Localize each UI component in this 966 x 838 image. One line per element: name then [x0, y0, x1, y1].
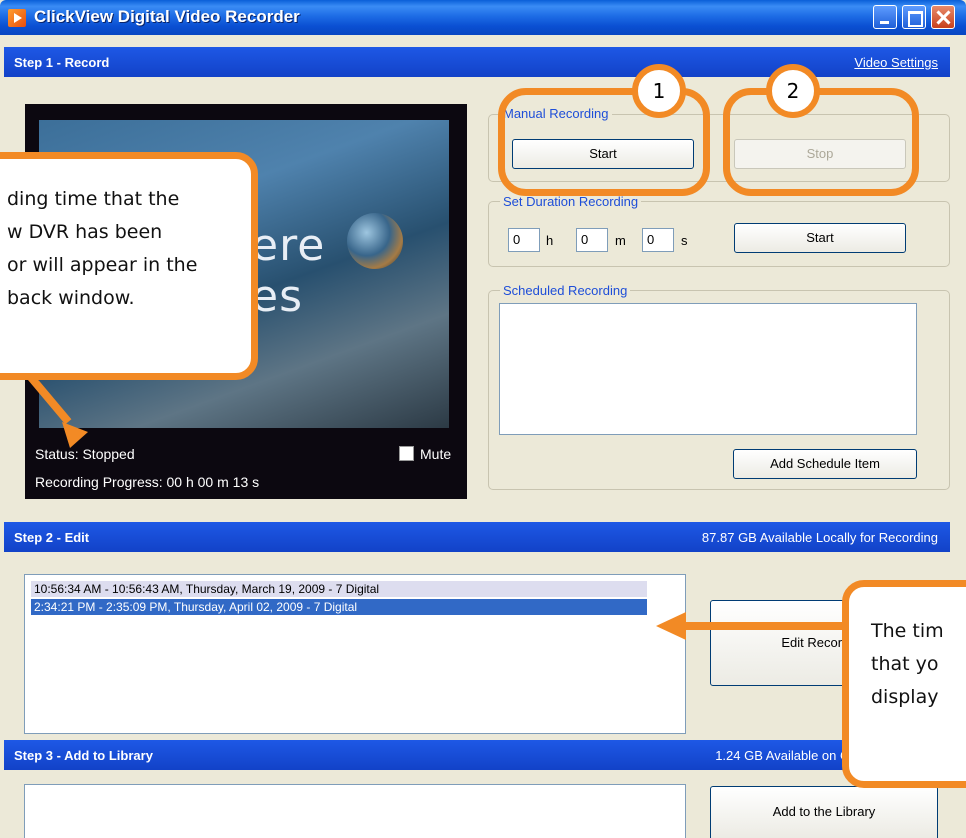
minutes-input[interactable]: 0: [576, 228, 608, 252]
step-number-1-badge: 1: [632, 64, 686, 118]
recording-progress-text: Recording Progress: 00 h 00 m 13 s: [35, 474, 260, 490]
callout-recording-info: The tim that yo display: [842, 580, 966, 788]
set-duration-label: Set Duration Recording: [500, 194, 642, 209]
list-item[interactable]: 10:56:34 AM - 10:56:43 AM, Thursday, Mar…: [31, 581, 647, 597]
minimize-button[interactable]: [873, 5, 897, 29]
title-bar: ClickView Digital Video Recorder: [0, 0, 966, 35]
hours-input[interactable]: 0: [508, 228, 540, 252]
seconds-input[interactable]: 0: [642, 228, 674, 252]
checkbox-icon: [399, 446, 414, 461]
arrow-to-selected-recording: [684, 622, 852, 630]
step-number-2-badge: 2: [766, 64, 820, 118]
scheduled-recording-label: Scheduled Recording: [500, 283, 631, 298]
local-space-available: 87.87 GB Available Locally for Recording: [701, 530, 938, 545]
window-title: ClickView Digital Video Recorder: [34, 7, 300, 26]
maximize-button[interactable]: [902, 5, 926, 29]
seconds-unit: s: [681, 233, 688, 248]
close-button[interactable]: [931, 5, 955, 29]
callout-playback-info: ding time that the w DVR has been or wil…: [0, 152, 258, 380]
add-schedule-item-button[interactable]: Add Schedule Item: [733, 449, 917, 479]
arrow-head-status-icon: [62, 422, 88, 448]
minutes-unit: m: [615, 233, 626, 248]
schedule-list[interactable]: [499, 303, 917, 435]
globe-image: [347, 213, 403, 269]
library-list[interactable]: [24, 784, 686, 838]
step3-title: Step 3 - Add to Library: [14, 748, 153, 763]
highlight-ring-stop: [723, 88, 919, 196]
step2-title: Step 2 - Edit: [14, 530, 90, 545]
step1-title: Step 1 - Record: [14, 55, 110, 70]
list-item-selected[interactable]: 2:34:21 PM - 2:35:09 PM, Thursday, April…: [31, 599, 647, 615]
hours-unit: h: [546, 233, 554, 248]
mute-label: Mute: [420, 446, 452, 462]
video-settings-link[interactable]: Video Settings: [854, 55, 938, 70]
step2-header: Step 2 - Edit 87.87 GB Available Locally…: [4, 522, 950, 552]
add-to-library-button[interactable]: Add to the Library: [710, 786, 938, 838]
step3-header: Step 3 - Add to Library 1.24 GB Availabl…: [4, 740, 950, 770]
mute-checkbox[interactable]: Mute: [399, 446, 451, 462]
clickview-app-icon: [8, 9, 26, 27]
recordings-list[interactable]: 10:56:34 AM - 10:56:43 AM, Thursday, Mar…: [24, 574, 686, 734]
duration-start-button[interactable]: Start: [734, 223, 906, 253]
arrow-head-left-icon: [656, 612, 686, 640]
